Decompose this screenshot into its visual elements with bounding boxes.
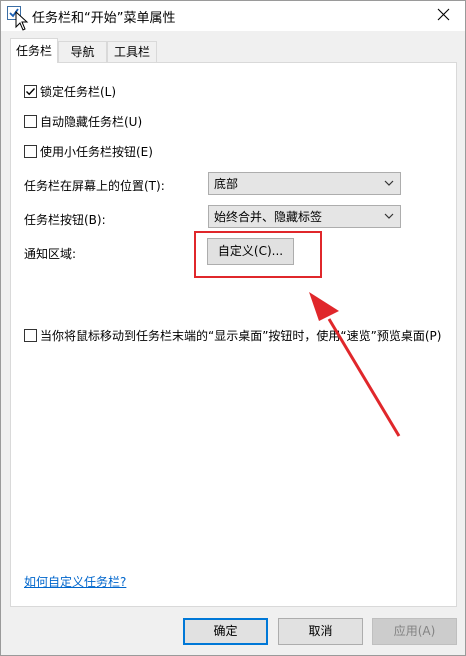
tab-taskbar[interactable]: 任务栏 xyxy=(10,38,58,63)
check-icon xyxy=(26,88,36,96)
small-buttons-checkbox[interactable] xyxy=(24,145,37,158)
peek-label: 当你将鼠标移动到任务栏末端的“显示桌面”按钮时，使用“速览”预览桌面(P) xyxy=(40,329,442,343)
title-bar: 任务栏和“开始”菜单属性 xyxy=(1,1,465,31)
taskbar-buttons-select[interactable]: 始终合并、隐藏标签 xyxy=(208,205,401,228)
position-label: 任务栏在屏幕上的位置(T): xyxy=(24,179,165,193)
apply-button[interactable]: 应用(A) xyxy=(372,618,457,645)
taskbar-properties-dialog: 任务栏和“开始”菜单属性 任务栏 导航 工具栏 锁定任务栏(L) 自动隐藏任务栏… xyxy=(0,0,466,656)
window-title: 任务栏和“开始”菜单属性 xyxy=(32,11,176,26)
chevron-down-icon xyxy=(384,213,394,219)
auto-hide-checkbox[interactable] xyxy=(24,115,37,128)
close-icon xyxy=(437,8,450,21)
lock-taskbar-label: 锁定任务栏(L) xyxy=(40,85,117,99)
close-button[interactable] xyxy=(423,1,463,29)
position-select[interactable]: 底部 xyxy=(208,172,401,195)
customize-button[interactable]: 自定义(C)... xyxy=(207,238,294,265)
tab-toolbars[interactable]: 工具栏 xyxy=(107,41,157,62)
taskbar-buttons-select-value: 始终合并、隐藏标签 xyxy=(214,210,323,224)
tab-navigation[interactable]: 导航 xyxy=(58,41,107,62)
ok-button[interactable]: 确定 xyxy=(183,618,268,645)
peek-checkbox[interactable] xyxy=(24,329,37,342)
cancel-button[interactable]: 取消 xyxy=(278,618,363,645)
auto-hide-label: 自动隐藏任务栏(U) xyxy=(40,115,143,129)
taskbar-buttons-label: 任务栏按钮(B): xyxy=(24,213,106,227)
position-select-value: 底部 xyxy=(214,177,239,191)
small-buttons-label: 使用小任务栏按钮(E) xyxy=(40,145,153,159)
app-checkbox-icon xyxy=(7,6,21,20)
notification-area-label: 通知区域: xyxy=(24,247,77,261)
help-link[interactable]: 如何自定义任务栏? xyxy=(24,574,126,590)
lock-taskbar-checkbox[interactable] xyxy=(24,85,37,98)
chevron-down-icon xyxy=(384,180,394,186)
